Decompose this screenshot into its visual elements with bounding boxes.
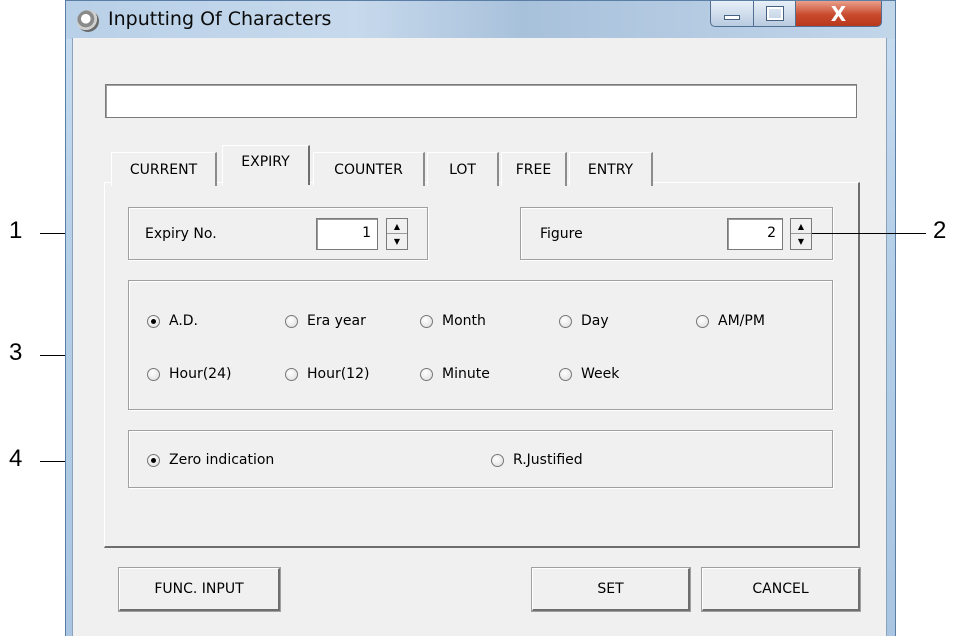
- func-input-button[interactable]: FUNC. INPUT: [118, 567, 281, 612]
- tab-expiry-label: EXPIRY: [241, 153, 290, 170]
- maximize-icon: [765, 6, 784, 21]
- expiry-no-down-button[interactable]: ▼: [387, 234, 407, 249]
- radio-hour-12[interactable]: Hour(12): [285, 366, 369, 382]
- radio-zero-indication[interactable]: Zero indication: [147, 452, 274, 468]
- callout-2: 2: [933, 217, 947, 244]
- radio-r-justified-label: R.Justified: [513, 452, 583, 468]
- set-button[interactable]: SET: [531, 567, 691, 612]
- expiry-no-spinner: ▲ ▼: [386, 218, 408, 250]
- radio-era-year[interactable]: Era year: [285, 313, 366, 329]
- radio-day[interactable]: Day: [559, 313, 609, 329]
- tab-lot-label: LOT: [449, 161, 476, 178]
- radio-indicator: [285, 367, 298, 381]
- radio-day-label: Day: [581, 313, 609, 329]
- cancel-button[interactable]: CANCEL: [701, 567, 861, 612]
- window-title: Inputting Of Characters: [108, 8, 332, 30]
- spin-up-icon: ▲: [797, 222, 805, 231]
- expiry-no-label: Expiry No.: [145, 226, 217, 242]
- tab-expiry[interactable]: EXPIRY: [222, 145, 310, 185]
- radio-hour-12-label: Hour(12): [307, 366, 370, 382]
- close-icon: X: [830, 1, 847, 26]
- tab-lot[interactable]: LOT: [427, 152, 499, 186]
- expiry-no-field[interactable]: 1: [316, 218, 378, 250]
- radio-ampm[interactable]: AM/PM: [696, 313, 765, 329]
- radio-indicator: [285, 314, 298, 328]
- expiry-no-up-button[interactable]: ▲: [387, 219, 407, 234]
- radio-indicator: [491, 453, 504, 467]
- radio-indicator: [147, 453, 160, 467]
- close-button[interactable]: X: [796, 1, 882, 27]
- tab-free[interactable]: FREE: [501, 152, 567, 186]
- radio-ad-label: A.D.: [169, 313, 199, 329]
- tab-free-label: FREE: [515, 161, 552, 178]
- radio-week-label: Week: [581, 366, 620, 382]
- tab-current[interactable]: CURRENT: [111, 152, 217, 186]
- app-icon: [77, 10, 99, 32]
- figure-label: Figure: [540, 226, 583, 242]
- maximize-button[interactable]: [754, 1, 796, 27]
- radio-indicator: [420, 314, 433, 328]
- title-bar[interactable]: Inputting Of Characters X: [66, 1, 895, 39]
- tab-entry-label: ENTRY: [587, 161, 634, 178]
- tab-entry[interactable]: ENTRY: [569, 152, 653, 186]
- figure-value: 2: [767, 225, 776, 241]
- radio-minute[interactable]: Minute: [420, 366, 490, 382]
- radio-r-justified[interactable]: R.Justified: [491, 452, 583, 468]
- radio-minute-label: Minute: [442, 366, 490, 382]
- radio-indicator: [696, 314, 709, 328]
- radio-indicator: [147, 367, 160, 381]
- spin-up-icon: ▲: [393, 222, 401, 231]
- figure-field[interactable]: 2: [727, 218, 783, 250]
- tab-counter[interactable]: COUNTER: [313, 152, 425, 186]
- callout-4: 4: [9, 445, 23, 472]
- minimize-icon: [724, 15, 740, 20]
- radio-hour-24-label: Hour(24): [169, 366, 232, 382]
- spin-down-icon: ▼: [797, 237, 805, 246]
- spin-down-icon: ▼: [393, 237, 401, 246]
- radio-indicator: [559, 367, 572, 381]
- callout-3: 3: [9, 339, 23, 366]
- tab-counter-label: COUNTER: [334, 161, 403, 178]
- radio-month[interactable]: Month: [420, 313, 486, 329]
- radio-week[interactable]: Week: [559, 366, 619, 382]
- figure-up-button[interactable]: ▲: [791, 219, 811, 234]
- radio-zero-indication-label: Zero indication: [169, 452, 275, 468]
- radio-ampm-label: AM/PM: [718, 313, 765, 329]
- radio-hour-24[interactable]: Hour(24): [147, 366, 231, 382]
- radio-indicator: [147, 314, 160, 328]
- format-options-group: [128, 280, 833, 410]
- radio-ad[interactable]: A.D.: [147, 313, 198, 329]
- radio-era-year-label: Era year: [307, 313, 366, 329]
- callout-1: 1: [9, 217, 23, 244]
- character-input[interactable]: [105, 84, 857, 118]
- figure-down-button[interactable]: ▼: [791, 234, 811, 249]
- radio-indicator: [420, 367, 433, 381]
- radio-month-label: Month: [442, 313, 486, 329]
- tab-current-label: CURRENT: [129, 161, 198, 178]
- figure-spinner: ▲ ▼: [790, 218, 812, 250]
- minimize-button[interactable]: [710, 1, 754, 27]
- expiry-no-value: 1: [362, 225, 371, 241]
- radio-indicator: [559, 314, 572, 328]
